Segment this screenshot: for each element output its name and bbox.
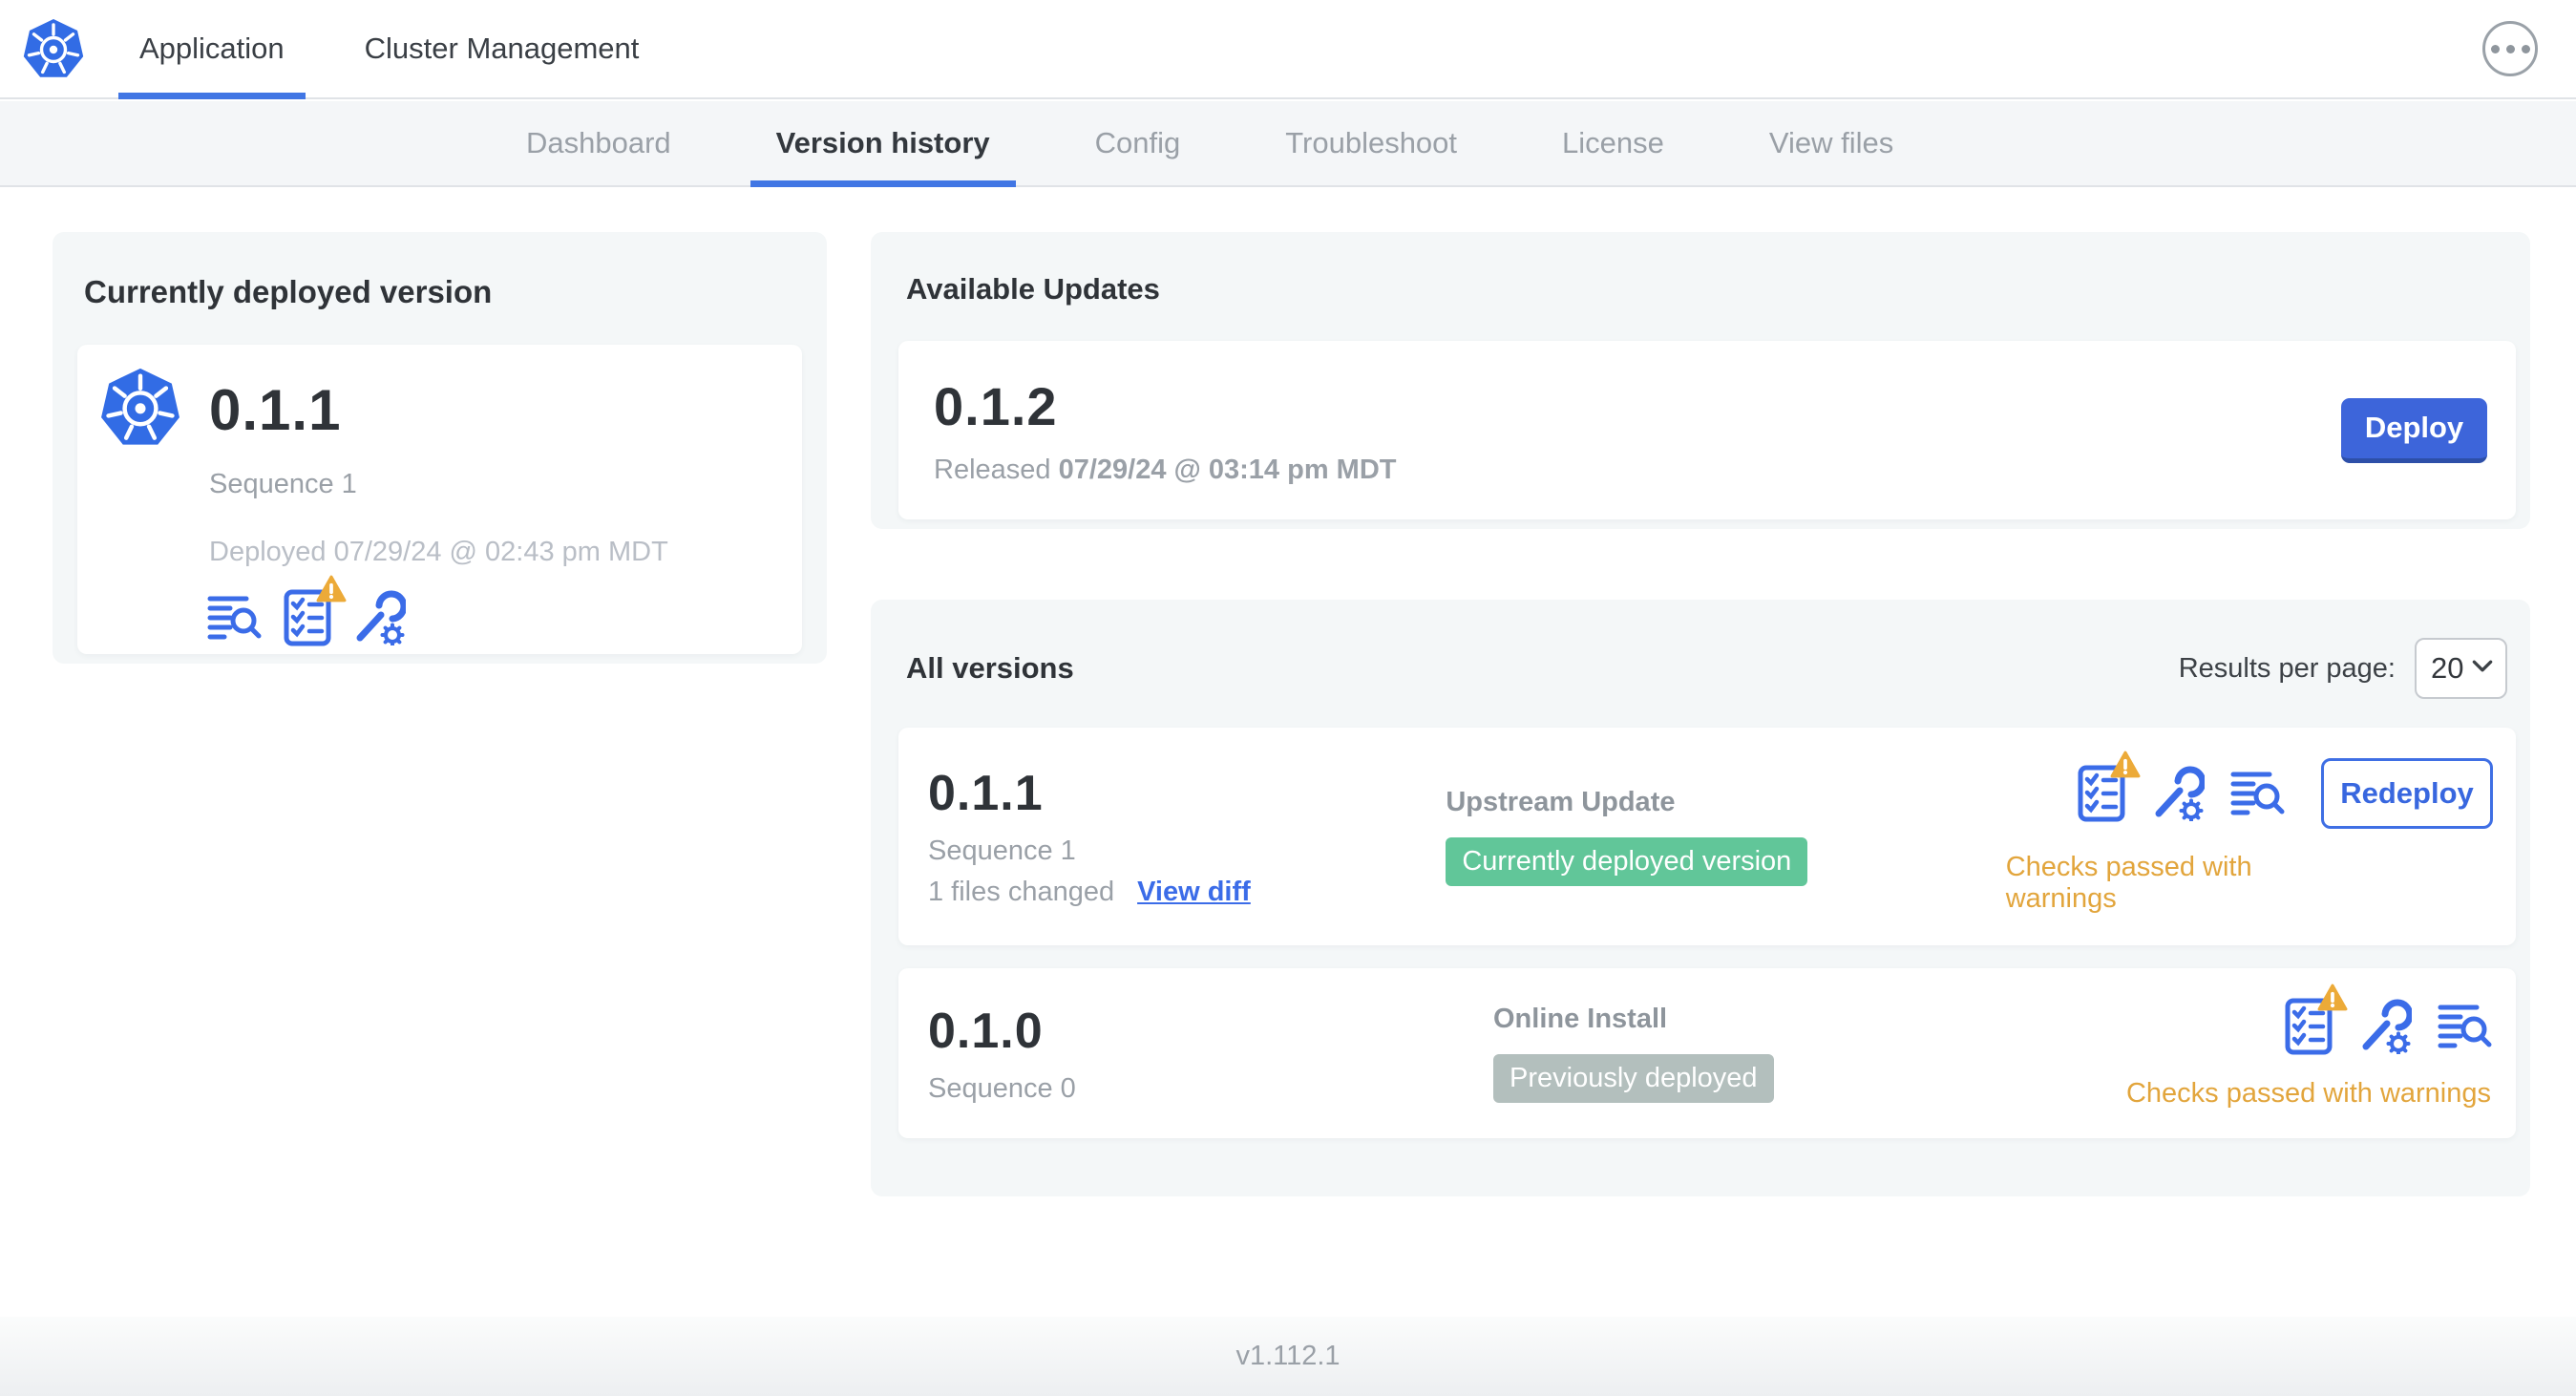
available-updates-title: Available Updates: [906, 272, 1160, 306]
update-released-timestamp: Released 07/29/24 @ 03:14 pm MDT: [934, 454, 1397, 485]
tab-cluster-management[interactable]: Cluster Management: [325, 0, 680, 97]
currently-deployed-title: Currently deployed version: [84, 274, 493, 309]
warning-triangle-icon: [316, 575, 347, 607]
files-changed-label: 1 files changed: [928, 877, 1115, 907]
view-diff-link[interactable]: View diff: [1137, 877, 1251, 908]
preflight-checks-icon[interactable]: [284, 575, 347, 646]
chevron-down-icon: [2472, 660, 2493, 677]
currently-deployed-version-card: 0.1.1 Sequence 1 Deployed 07/29/24 @ 02:…: [77, 345, 802, 654]
tab-view-files[interactable]: View files: [1717, 101, 1946, 185]
row-source-label: Online Install: [1493, 1004, 1668, 1034]
release-notes-icon[interactable]: [207, 595, 263, 641]
currently-deployed-card: Currently deployed version 0.1.1 Sequenc…: [53, 232, 827, 664]
deployed-timestamp: Deployed 07/29/24 @ 02:43 pm MDT: [209, 537, 668, 567]
all-versions-title: All versions: [906, 651, 1074, 685]
edit-config-icon[interactable]: [352, 590, 406, 645]
row-version-number: 0.1.0: [928, 1003, 1044, 1059]
tab-license[interactable]: License: [1510, 101, 1717, 185]
row-source-label: Upstream Update: [1446, 787, 1676, 817]
results-per-page-label: Results per page:: [2178, 652, 2396, 684]
update-version-number: 0.1.2: [934, 375, 1058, 436]
tab-dashboard[interactable]: Dashboard: [474, 101, 724, 185]
tab-application[interactable]: Application: [99, 0, 325, 99]
redeploy-button[interactable]: Redeploy: [2321, 758, 2493, 829]
app-subnav: Dashboard Version history Config Trouble…: [0, 101, 2576, 187]
available-updates-section: Available Updates 0.1.2 Released 07/29/2…: [871, 232, 2530, 529]
kubernetes-logo: [0, 0, 99, 97]
ellipsis-menu-icon[interactable]: [2482, 21, 2538, 76]
tab-config[interactable]: Config: [1043, 101, 1234, 185]
preflight-checks-icon[interactable]: [2285, 984, 2348, 1055]
currently-deployed-badge: Currently deployed version: [1446, 837, 1808, 886]
tab-cluster-management-label: Cluster Management: [364, 32, 640, 65]
preflight-status-text: Checks passed with warnings: [2125, 1077, 2491, 1109]
preflight-checks-icon[interactable]: [2078, 751, 2141, 822]
warning-triangle-icon: [2110, 751, 2141, 783]
version-row-0-1-0: 0.1.0 Sequence 0 Online Install Previous…: [898, 968, 2516, 1138]
release-notes-icon[interactable]: [2438, 1004, 2493, 1049]
row-version-number: 0.1.1: [928, 766, 1044, 821]
kubernetes-logo: [100, 366, 180, 454]
release-notes-icon[interactable]: [2230, 771, 2286, 816]
preflight-status-text: Checks passed with warnings: [2005, 852, 2252, 914]
all-versions-section: All versions Results per page: 20 0.1.1 …: [871, 600, 2530, 1196]
available-update-row: 0.1.2 Released 07/29/24 @ 03:14 pm MDT D…: [898, 341, 2516, 519]
app-header: Application Cluster Management: [0, 0, 2576, 99]
right-column: Available Updates 0.1.2 Released 07/29/2…: [871, 232, 2530, 1196]
deployed-version-number: 0.1.1: [209, 377, 342, 442]
results-per-page-select[interactable]: 20: [2415, 638, 2507, 699]
row-sequence: Sequence 0: [928, 1072, 1076, 1104]
edit-config-icon[interactable]: [2358, 999, 2412, 1054]
header-tabs: Application Cluster Management: [99, 0, 680, 99]
version-history-page: Application Cluster Management Dashboard…: [0, 0, 2576, 1396]
tab-troubleshoot[interactable]: Troubleshoot: [1233, 101, 1510, 185]
deployed-sequence: Sequence 1: [209, 469, 357, 499]
previously-deployed-badge: Previously deployed: [1493, 1054, 1774, 1103]
app-footer: v1.112.1: [0, 1317, 2576, 1396]
row-sequence: Sequence 1: [928, 835, 1076, 866]
edit-config-icon[interactable]: [2151, 766, 2205, 821]
warning-triangle-icon: [2317, 984, 2348, 1016]
tab-version-history[interactable]: Version history: [724, 101, 1043, 187]
tab-application-label: Application: [139, 32, 285, 65]
admin-console-version: v1.112.1: [1235, 1341, 1341, 1371]
deploy-button[interactable]: Deploy: [2341, 397, 2487, 463]
version-row-0-1-1: 0.1.1 Sequence 1 1 files changed View di…: [898, 728, 2516, 945]
